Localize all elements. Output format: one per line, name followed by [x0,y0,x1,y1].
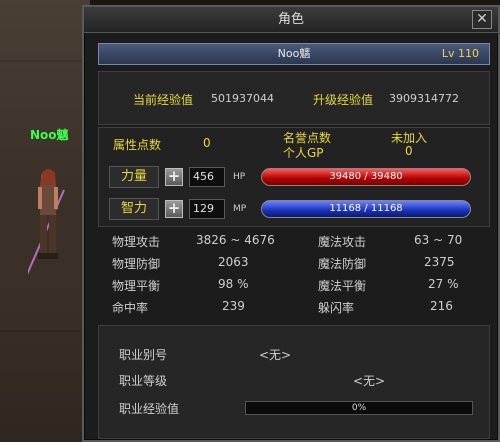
window-titlebar[interactable]: 角色 ✕ [84,7,498,33]
character-name: Noo魑 [277,47,311,60]
stat-label: 物理防御 [112,257,161,271]
add-strength-button[interactable]: + [165,168,183,186]
personal-gp-label: 个人GP [283,146,324,160]
player-name-label: Noo魑 [30,128,69,142]
strength-value: 456 [189,167,225,187]
experience-section: 当前经验值 501937044 升级经验值 3909314772 [98,71,490,125]
attributes-section: 属性点数 0 名誉点数 未加入 个人GP 0 力量 + 456 HP 39480… [98,127,490,227]
character-window: 角色 ✕ Noo魑 Lv 110 当前经验值 501937044 升级经验值 3… [82,5,500,442]
stat-value: 2375 [424,255,455,269]
combat-stats-section: 物理攻击 3826 ~ 4676 物理防御 2063 物理平衡 98 % 命中率… [98,229,490,321]
job-level-value: <无> [353,374,386,388]
stat-label: 命中率 [112,301,149,315]
character-name-bar: Noo魑 Lv 110 [98,43,490,65]
job-exp-bar: 0% [245,401,473,415]
personal-gp-value: 0 [405,144,413,158]
current-exp-label: 当前经验值 [133,93,194,107]
window-title: 角色 [277,12,304,27]
stat-value: 63 ~ 70 [414,233,463,247]
add-intelligence-button[interactable]: + [165,200,183,218]
stat-value: 216 [430,299,453,313]
stat-value: 3826 ~ 4676 [196,233,275,247]
job-level-label: 职业等级 [119,374,168,388]
stat-label: 魔法平衡 [318,279,367,293]
job-alias-label: 职业别号 [119,348,168,362]
upgrade-exp-value: 3909314772 [389,92,459,105]
job-section: 职业别号 <无> 职业等级 <无> 职业经验值 0% [98,325,490,439]
attr-points-value: 0 [203,136,211,150]
stat-label: 物理平衡 [112,279,161,293]
hp-bar: 39480 / 39480 [261,168,471,186]
upgrade-exp-label: 升级经验值 [313,93,374,107]
stat-label: 魔法防御 [318,257,367,271]
stat-value: 2063 [218,255,249,269]
close-icon[interactable]: ✕ [472,10,492,29]
game-world-view[interactable]: Noo魑 [0,0,90,442]
intelligence-value: 129 [189,199,225,219]
strength-label: 力量 [109,166,159,188]
stat-label: 物理攻击 [112,235,161,249]
mp-tag: MP [233,204,247,214]
mp-bar: 11168 / 11168 [261,200,471,218]
job-exp-label: 职业经验值 [119,402,180,416]
intelligence-label: 智力 [109,198,159,220]
stat-label: 魔法攻击 [318,235,367,249]
stat-value: 27 % [428,277,459,291]
stat-value: 98 % [218,277,249,291]
character-level: Lv 110 [441,47,479,60]
current-exp-value: 501937044 [211,92,274,105]
hp-tag: HP [233,172,246,182]
attr-points-label: 属性点数 [113,138,162,152]
stat-value: 239 [222,299,245,313]
player-character-sprite[interactable] [17,165,68,296]
stat-label: 躲闪率 [318,301,355,315]
job-alias-value: <无> [259,348,292,362]
